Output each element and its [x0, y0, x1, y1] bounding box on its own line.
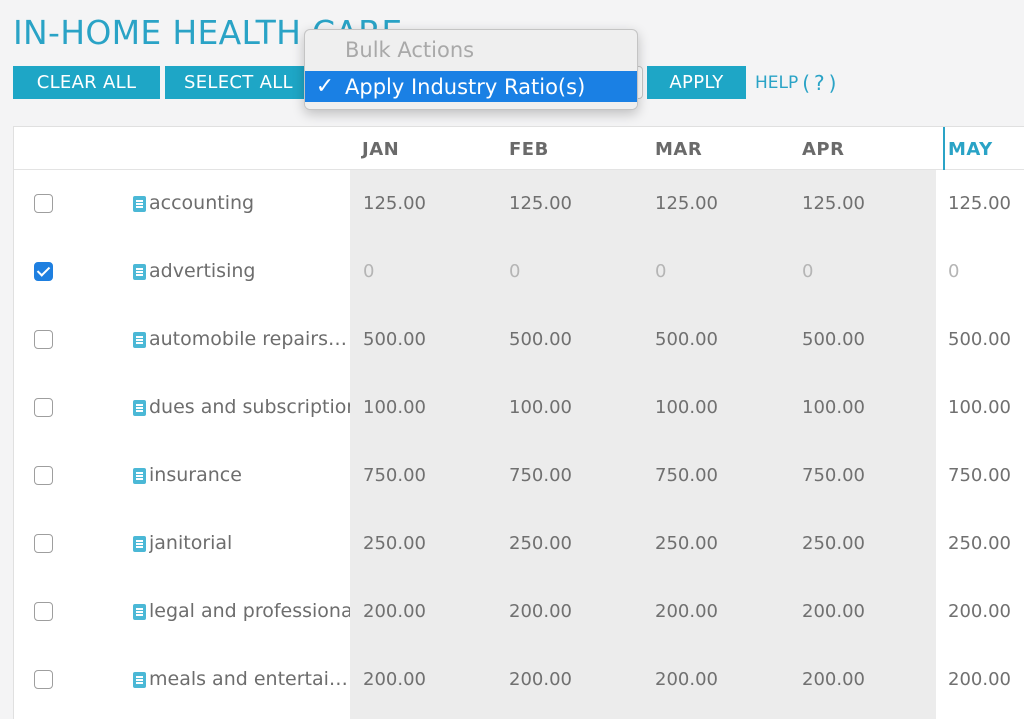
value-cell-mar[interactable]: 200.00 [655, 601, 718, 622]
value-cell-mar[interactable]: 200.00 [655, 669, 718, 690]
value-cell-feb[interactable]: 250.00 [509, 533, 572, 554]
value-cell-mar[interactable]: 750.00 [655, 465, 718, 486]
value-cell-mar[interactable]: 500.00 [655, 329, 718, 350]
value-cell-apr[interactable]: 125.00 [802, 193, 865, 214]
help-label: HELP [755, 73, 799, 93]
category-label: meals and entertainment [149, 668, 350, 690]
row-checkbox[interactable] [34, 398, 53, 417]
value-cell-may[interactable]: 200.00 [948, 669, 1011, 690]
document-icon[interactable] [133, 400, 146, 416]
value-cell-jan[interactable]: 200.00 [363, 601, 426, 622]
column-header-feb[interactable]: FEB [509, 139, 549, 160]
category-label: advertising [149, 260, 256, 282]
row-checkbox[interactable] [34, 466, 53, 485]
category-label: insurance [149, 464, 242, 486]
column-header-may[interactable]: MAY [948, 139, 993, 160]
value-cell-apr[interactable]: 200.00 [802, 601, 865, 622]
dropdown-option-bulk-actions: Bulk Actions [345, 38, 475, 62]
expense-table: JAN FEB MAR APR MAY accounting 125.00 125.… [13, 126, 1024, 719]
table-header: JAN FEB MAR APR MAY [14, 127, 1024, 170]
row-checkbox[interactable] [34, 330, 53, 349]
table-row: automobile repairs and maintenance 500.00… [14, 306, 1024, 374]
value-cell-feb[interactable]: 0 [509, 261, 520, 282]
category-label: automobile repairs and maintenance [149, 328, 350, 350]
value-cell-may[interactable]: 200.00 [948, 601, 1011, 622]
row-checkbox[interactable] [34, 534, 53, 553]
category-label: legal and professional [149, 600, 350, 622]
help-question-icon: (?) [802, 71, 841, 95]
value-cell-may[interactable]: 500.00 [948, 329, 1011, 350]
clear-all-button[interactable]: CLEAR ALL [13, 66, 160, 99]
bulk-actions-dropdown[interactable]: Bulk Actions ✓ Apply Industry Ratio(s) [304, 29, 638, 110]
current-month-marker [943, 127, 945, 170]
value-cell-apr[interactable]: 500.00 [802, 329, 865, 350]
value-cell-mar[interactable]: 100.00 [655, 397, 718, 418]
category-label: janitorial [149, 532, 233, 554]
dropdown-option-label: Apply Industry Ratio(s) [345, 74, 586, 99]
row-checkbox[interactable] [34, 194, 53, 213]
column-header-apr[interactable]: APR [802, 139, 844, 160]
document-icon[interactable] [133, 536, 146, 552]
document-icon[interactable] [133, 264, 146, 280]
document-icon[interactable] [133, 672, 146, 688]
value-cell-jan[interactable]: 125.00 [363, 193, 426, 214]
value-cell-apr[interactable]: 0 [802, 261, 813, 282]
value-cell-may[interactable]: 0 [948, 261, 959, 282]
row-checkbox[interactable] [34, 670, 53, 689]
table-row: legal and professional 200.00 200.00 200.00… [14, 578, 1024, 646]
select-all-button[interactable]: SELECT ALL [165, 66, 315, 99]
value-cell-feb[interactable]: 200.00 [509, 601, 572, 622]
value-cell-apr[interactable]: 100.00 [802, 397, 865, 418]
checkmark-icon: ✓ [315, 74, 335, 99]
table-row: dues and subscriptions 100.00 100.00 100.00… [14, 374, 1024, 442]
apply-button[interactable]: APPLY [647, 66, 746, 99]
document-icon[interactable] [133, 196, 146, 212]
value-cell-may[interactable]: 125.00 [948, 193, 1011, 214]
document-icon[interactable] [133, 468, 146, 484]
table-row: janitorial 250.00 250.00 250.00 250.00 250.00 [14, 510, 1024, 578]
value-cell-jan[interactable]: 750.00 [363, 465, 426, 486]
row-checkbox[interactable] [34, 602, 53, 621]
value-cell-feb[interactable]: 750.00 [509, 465, 572, 486]
value-cell-may[interactable]: 750.00 [948, 465, 1011, 486]
value-cell-mar[interactable]: 0 [655, 261, 666, 282]
value-cell-jan[interactable]: 100.00 [363, 397, 426, 418]
value-cell-jan[interactable]: 250.00 [363, 533, 426, 554]
table-row: insurance 750.00 750.00 750.00 750.00 750.00 [14, 442, 1024, 510]
column-header-jan[interactable]: JAN [362, 139, 399, 160]
value-cell-feb[interactable]: 125.00 [509, 193, 572, 214]
value-cell-may[interactable]: 100.00 [948, 397, 1011, 418]
value-cell-jan[interactable]: 200.00 [363, 669, 426, 690]
value-cell-feb[interactable]: 500.00 [509, 329, 572, 350]
row-checkbox[interactable] [34, 262, 53, 281]
value-cell-mar[interactable]: 125.00 [655, 193, 718, 214]
value-cell-apr[interactable]: 250.00 [802, 533, 865, 554]
value-cell-may[interactable]: 250.00 [948, 533, 1011, 554]
value-cell-feb[interactable]: 100.00 [509, 397, 572, 418]
category-label: accounting [149, 192, 255, 214]
document-icon[interactable] [133, 332, 146, 348]
value-cell-mar[interactable]: 250.00 [655, 533, 718, 554]
value-cell-apr[interactable]: 750.00 [802, 465, 865, 486]
document-icon[interactable] [133, 604, 146, 620]
table-row: accounting 125.00 125.00 125.00 125.00 125.00 [14, 170, 1024, 238]
dropdown-option-apply-industry-ratios[interactable]: ✓ Apply Industry Ratio(s) [305, 71, 637, 102]
value-cell-jan[interactable]: 500.00 [363, 329, 426, 350]
value-cell-apr[interactable]: 200.00 [802, 669, 865, 690]
help-link[interactable]: HELP (?) [755, 68, 840, 98]
dropdown-bottom-padding [305, 102, 637, 109]
table-row: meals and entertainment 200.00 200.00 200.0… [14, 646, 1024, 714]
table-row: advertising 0 0 0 0 0 [14, 238, 1024, 306]
value-cell-feb[interactable]: 200.00 [509, 669, 572, 690]
column-header-mar[interactable]: MAR [655, 139, 702, 160]
value-cell-jan[interactable]: 0 [363, 261, 374, 282]
category-label: dues and subscriptions [149, 396, 350, 418]
